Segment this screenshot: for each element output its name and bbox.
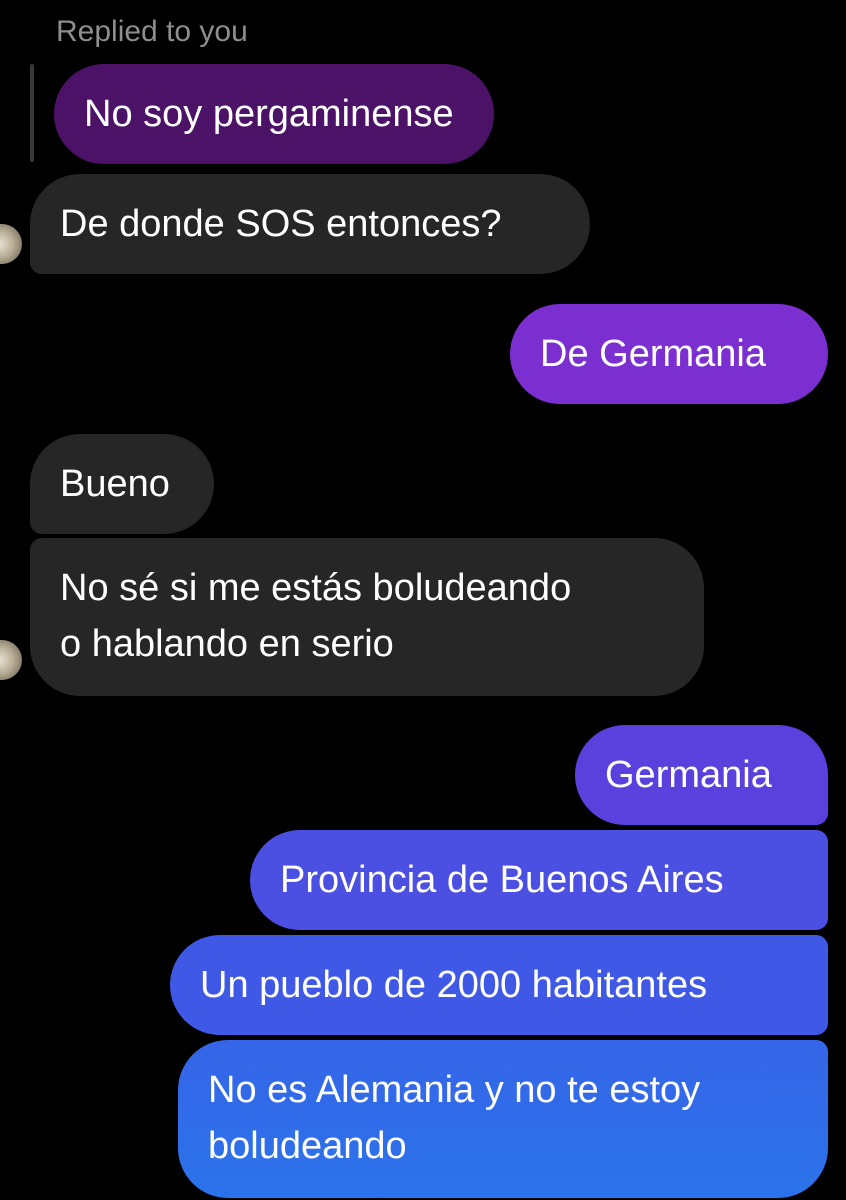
message-bubble-outgoing[interactable]: Provincia de Buenos Aires <box>250 830 828 930</box>
message-bubble-outgoing[interactable]: Un pueblo de 2000 habitantes <box>170 935 828 1035</box>
message-bubble-incoming[interactable]: Bueno <box>30 434 214 534</box>
quoted-message-bubble[interactable]: No soy pergaminense <box>54 64 494 164</box>
message-bubble-incoming[interactable]: De donde SOS entonces? <box>30 174 590 274</box>
message-bubble-outgoing[interactable]: No es Alemania y no te estoy boludeando <box>178 1040 828 1198</box>
sender-avatar[interactable] <box>0 224 22 264</box>
message-bubble-outgoing[interactable]: De Germania <box>510 304 828 404</box>
replied-to-you-label: Replied to you <box>56 15 248 48</box>
message-bubble-outgoing[interactable]: Germania <box>575 725 828 825</box>
reply-indicator-bar <box>30 64 34 162</box>
sender-avatar[interactable] <box>0 640 22 680</box>
message-bubble-incoming[interactable]: No sé si me estás boludeando o hablando … <box>30 538 704 696</box>
